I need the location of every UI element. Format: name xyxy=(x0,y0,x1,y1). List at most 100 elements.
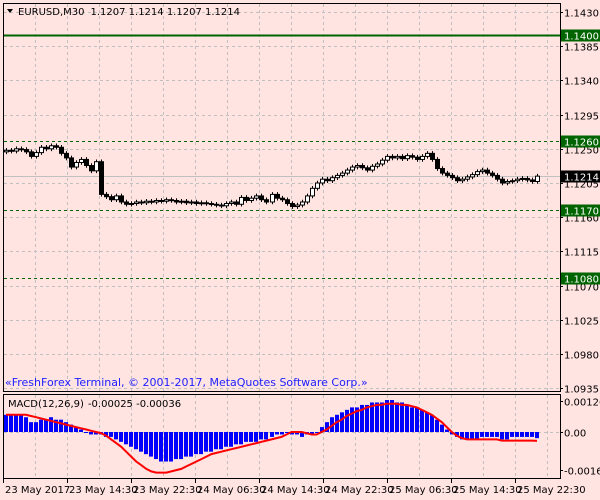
macd-histogram-bar xyxy=(199,432,203,455)
macd-histogram-bar xyxy=(194,432,198,455)
macd-histogram-bar xyxy=(114,432,118,440)
macd-label: MACD(12,26,9) -0.00025 -0.00036 xyxy=(8,399,181,410)
macd-histogram-bar xyxy=(29,422,33,432)
candle-body xyxy=(119,195,124,203)
candle-body xyxy=(149,200,154,203)
candle-body xyxy=(430,152,435,160)
candle-body xyxy=(490,172,495,176)
candle-body xyxy=(440,168,445,174)
candle[interactable] xyxy=(69,155,74,170)
candle-body xyxy=(315,182,320,189)
macd-histogram-bar xyxy=(209,432,213,452)
macd-histogram-bar xyxy=(224,432,228,447)
candle-body xyxy=(129,203,134,206)
candle-body xyxy=(305,195,310,203)
candle-body xyxy=(9,149,14,152)
level-price-label: 1.1170 xyxy=(564,207,599,218)
candle[interactable] xyxy=(270,192,275,205)
candle-body xyxy=(495,174,500,180)
candle-body xyxy=(380,159,385,165)
candle-body xyxy=(465,176,470,180)
macd-histogram-bar xyxy=(420,409,424,432)
candle-body xyxy=(525,177,530,181)
candle-body xyxy=(290,203,295,208)
time-tick-label: 24 May 06:30 xyxy=(197,485,266,496)
candle-body xyxy=(54,145,59,148)
candle-body xyxy=(275,193,280,199)
price-tick-label: 1.1385 xyxy=(564,43,599,54)
macd-histogram-bar xyxy=(430,414,434,432)
macd-histogram-bar xyxy=(259,432,263,440)
candle-body xyxy=(19,148,24,151)
macd-histogram-bar xyxy=(164,432,168,462)
macd-histogram-bar xyxy=(169,432,173,462)
candle-body xyxy=(104,193,109,198)
candle-body xyxy=(144,200,149,204)
time-tick-label: 25 May 06:30 xyxy=(389,485,458,496)
candle-body xyxy=(300,201,305,206)
candle-body xyxy=(169,199,174,202)
macd-histogram-bar xyxy=(39,419,43,432)
candle[interactable] xyxy=(310,186,315,199)
candle-body xyxy=(69,157,74,168)
candle-body xyxy=(475,171,480,176)
macd-histogram-bar xyxy=(435,419,439,432)
macd-histogram-bar xyxy=(84,432,88,433)
candle-body xyxy=(280,197,285,201)
chart-title: EURUSD,M30 1.1207 1.1214 1.1207 1.1214 xyxy=(18,7,240,18)
time-tick-label: 24 May 14:30 xyxy=(261,485,330,496)
time-tick-label: 25 May 14:30 xyxy=(453,485,522,496)
level-price-label: 1.1260 xyxy=(564,138,599,149)
candle-body xyxy=(164,199,169,202)
macd-histogram-bar xyxy=(375,402,379,432)
candle[interactable] xyxy=(99,159,104,197)
macd-histogram-bar xyxy=(510,432,514,437)
macd-histogram-bar xyxy=(440,424,444,432)
candle-body xyxy=(350,166,355,171)
candle-body xyxy=(244,196,249,201)
candle[interactable] xyxy=(94,159,99,174)
macd-histogram-bar xyxy=(405,404,409,432)
candle-body xyxy=(285,199,290,205)
candle-body xyxy=(400,155,405,160)
candle-body xyxy=(355,165,360,168)
candle-body xyxy=(420,155,425,160)
macd-tick-label: -0.00163 xyxy=(564,467,600,478)
candle-body xyxy=(445,172,450,176)
macd-histogram-bar xyxy=(34,422,38,432)
macd-histogram-bar xyxy=(214,432,218,450)
macd-histogram-bar xyxy=(14,414,18,432)
macd-histogram-bar xyxy=(44,419,48,432)
macd-histogram-bar xyxy=(350,407,354,432)
candle-body xyxy=(89,165,94,172)
price-tick-label: 1.0980 xyxy=(564,351,599,362)
macd-histogram-bar xyxy=(49,417,53,432)
candle-body xyxy=(204,202,209,205)
candle-body xyxy=(44,146,49,150)
metatrader-chart-window[interactable]: EURUSD,M30 1.1207 1.1214 1.1207 1.1214 «F… xyxy=(0,0,600,500)
candle-body xyxy=(159,199,164,202)
candle-body xyxy=(109,196,114,201)
macd-histogram-bar xyxy=(475,432,479,440)
macd-histogram-bar xyxy=(204,432,208,452)
candle[interactable] xyxy=(435,157,440,171)
macd-histogram-bar xyxy=(129,432,133,447)
candle-body xyxy=(154,199,159,203)
time-tick-label: 23 May 2017 xyxy=(5,485,70,496)
candle-body xyxy=(345,169,350,174)
time-tick-label: 24 May 22:30 xyxy=(325,485,394,496)
macd-histogram-bar xyxy=(249,432,253,442)
macd-histogram-bar xyxy=(254,432,258,442)
macd-histogram-bar xyxy=(244,432,248,442)
candle-body xyxy=(114,195,119,201)
macd-histogram-bar xyxy=(144,432,148,455)
candle-body xyxy=(520,177,525,180)
candle-body xyxy=(194,201,199,205)
candle-body xyxy=(325,178,330,182)
candle-body xyxy=(395,155,400,159)
level-price-label: 1.1400 xyxy=(564,32,599,43)
time-tick-label: 23 May 14:30 xyxy=(69,485,138,496)
macd-histogram-bar xyxy=(189,432,193,457)
macd-histogram-bar xyxy=(184,432,188,457)
candle-body xyxy=(375,163,380,167)
